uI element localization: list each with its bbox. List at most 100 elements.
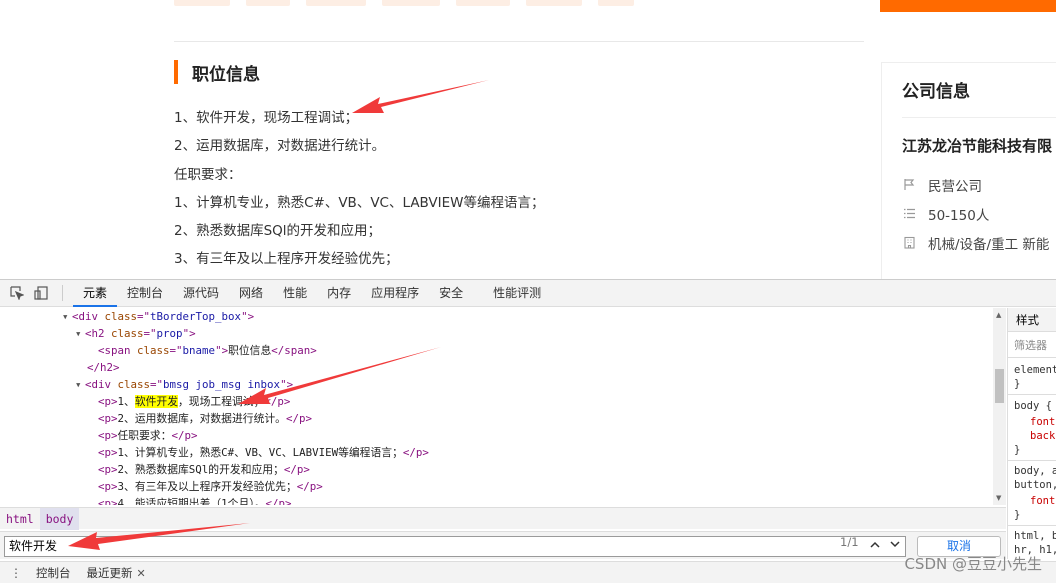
section-accent-bar — [174, 60, 178, 84]
style-rule-line: body { — [1014, 400, 1052, 412]
divider — [1008, 525, 1056, 526]
style-rule-line: body, a — [1014, 465, 1056, 477]
toolbar-separator — [62, 285, 63, 301]
section-header: 职位信息 — [174, 60, 260, 85]
chevron-up-icon[interactable] — [866, 537, 884, 554]
divider — [902, 117, 1056, 118]
chevron-down-icon[interactable] — [886, 537, 904, 554]
company-industry: 机械/设备/重工 新能 — [902, 233, 1049, 253]
expand-triangle-icon[interactable]: ▾ — [75, 325, 85, 342]
apply-button[interactable] — [880, 0, 1056, 12]
close-icon[interactable]: ✕ — [137, 567, 146, 580]
device-toolbar-icon[interactable] — [34, 286, 48, 300]
devtools-tab-bar: 元素 控制台 源代码 网络 性能 内存 应用程序 安全 性能评测 — [0, 280, 1056, 307]
divider — [1008, 394, 1056, 395]
style-rule-line: html, b — [1014, 530, 1056, 542]
company-info-card: 公司信息 江苏龙冶节能科技有限 民营公司 50-150人 机械/设备/重工 新能 — [881, 62, 1056, 279]
inspect-element-icon[interactable] — [10, 286, 24, 300]
style-rule-line: element — [1014, 364, 1056, 376]
company-industry-label: 机械/设备/重工 新能 — [928, 237, 1050, 253]
dom-node-p[interactable]: <p>4、能适应短期出差（1个月）。</p> — [98, 495, 292, 505]
tab-sources[interactable]: 源代码 — [173, 280, 229, 307]
job-line: 任职要求： — [174, 166, 242, 183]
breadcrumb-body[interactable]: body — [39, 507, 80, 530]
tag — [382, 0, 440, 6]
style-rule-line: button, — [1014, 479, 1056, 491]
dom-tree: ▾ <div class="tBorderTop_box"> ▾ <h2 class… — [0, 308, 993, 505]
divider — [1008, 460, 1056, 461]
dom-node-p[interactable]: <p>1、软件开发，现场工程调试；</p> — [98, 393, 290, 410]
dom-node[interactable]: ▾ <div class="tBorderTop_box"> — [62, 308, 254, 325]
watermark: CSDN @豆豆小先生 — [904, 555, 1042, 573]
scroll-down-icon[interactable]: ▼ — [996, 494, 1001, 502]
tab-application[interactable]: 应用程序 — [361, 280, 429, 307]
company-size-label: 50-150人 — [928, 208, 990, 224]
drawer-tab-bar: ⋮ 控制台 最近更新 ✕ — [0, 561, 1056, 583]
dom-node[interactable]: ▾ <h2 class="prop"> — [75, 325, 196, 342]
list-icon — [902, 207, 916, 221]
building-icon — [902, 236, 916, 250]
search-input[interactable]: 软件开发 — [4, 536, 906, 557]
search-match-highlight: 软件开发 — [134, 395, 179, 408]
dom-node-p[interactable]: <p>2、熟悉数据库SQl的开发和应用；</p> — [98, 461, 310, 478]
tag — [598, 0, 634, 6]
search-match-count: 1/1 — [840, 535, 859, 549]
tab-memory[interactable]: 内存 — [317, 280, 361, 307]
job-line: 1、软件开发，现场工程调试； — [174, 110, 359, 126]
style-prop[interactable]: font — [1030, 495, 1055, 507]
tab-elements[interactable]: 元素 — [73, 280, 118, 307]
tag — [246, 0, 290, 6]
job-description: 1、软件开发，现场工程调试； 2、运用数据库，对数据进行统计。 任职要求： 1、… — [174, 104, 545, 274]
job-line: 1、计算机专业，熟悉C#、VB、VC、LABVIEW等编程语言； — [174, 194, 545, 211]
tab-security[interactable]: 安全 — [429, 280, 473, 307]
drawer-tab-whats-new[interactable]: 最近更新 — [79, 565, 141, 581]
tab-console[interactable]: 控制台 — [117, 280, 173, 307]
style-rule-line: } — [1014, 509, 1021, 521]
tag — [456, 0, 510, 6]
job-line: 3、有三年及以上程序开发经验优先； — [174, 251, 399, 268]
dom-node-p[interactable]: <p>1、计算机专业，熟悉C#、VB、VC、LABVIEW等编程语言；</p> — [98, 444, 429, 461]
divider — [174, 41, 864, 42]
style-rule-line: } — [1014, 444, 1021, 456]
tag — [174, 0, 230, 6]
scrollbar-thumb[interactable] — [995, 369, 1004, 403]
tag — [306, 0, 366, 6]
tab-network[interactable]: 网络 — [229, 280, 273, 307]
styles-filter-input[interactable]: 筛选器 — [1008, 334, 1056, 358]
scroll-up-icon[interactable]: ▲ — [996, 311, 1001, 319]
more-options-icon[interactable]: ⋮ — [10, 566, 22, 580]
company-type: 民营公司 — [902, 175, 982, 195]
style-prop[interactable]: font — [1030, 416, 1055, 428]
job-line: 2、运用数据库，对数据进行统计。 — [174, 138, 386, 155]
drawer-tab-console[interactable]: 控制台 — [28, 565, 79, 581]
dom-scrollbar[interactable]: ▲ ▼ — [993, 308, 1006, 505]
flag-icon — [902, 178, 916, 192]
dom-node[interactable]: </h2> — [87, 359, 120, 376]
section-title: 职位信息 — [192, 64, 260, 85]
tag — [526, 0, 582, 6]
tab-lighthouse[interactable]: 性能评测 — [483, 280, 551, 307]
style-prop[interactable]: back — [1030, 430, 1055, 442]
tab-styles[interactable]: 样式 — [1008, 308, 1056, 332]
web-page: 职位信息 1、软件开发，现场工程调试； 2、运用数据库，对数据进行统计。 任职要… — [0, 0, 1056, 279]
breadcrumb: html body — [0, 507, 1006, 530]
dom-node-p[interactable]: <p>2、运用数据库，对数据进行统计。</p> — [98, 410, 312, 427]
devtools-panel: 元素 控制台 源代码 网络 性能 内存 应用程序 安全 性能评测 ▾ <div c… — [0, 279, 1056, 583]
company-size: 50-150人 — [902, 204, 989, 224]
dom-node[interactable]: <span class="bname">职位信息</span> — [98, 342, 317, 359]
style-rule-line: } — [1014, 378, 1021, 390]
find-bar: 软件开发 1/1 取消 — [0, 531, 1006, 559]
styles-pane: 样式 筛选器 element } body { font back } body… — [1007, 308, 1056, 559]
company-type-label: 民营公司 — [928, 179, 982, 195]
dom-node[interactable]: ▾ <div class="bmsg job_msg inbox"> — [75, 376, 293, 393]
breadcrumb-html[interactable]: html — [0, 508, 40, 530]
expand-triangle-icon[interactable]: ▾ — [75, 376, 85, 393]
expand-triangle-icon[interactable]: ▾ — [62, 308, 72, 325]
job-line: 2、熟悉数据库SQl的开发和应用； — [174, 223, 382, 240]
tag-strip — [174, 0, 634, 6]
tab-performance[interactable]: 性能 — [273, 280, 317, 307]
card-title: 公司信息 — [902, 82, 970, 102]
dom-node-p[interactable]: <p>3、有三年及以上程序开发经验优先；</p> — [98, 478, 323, 495]
dom-node-p[interactable]: <p>任职要求：</p> — [98, 427, 198, 444]
company-name-link[interactable]: 江苏龙冶节能科技有限 — [902, 135, 1052, 156]
